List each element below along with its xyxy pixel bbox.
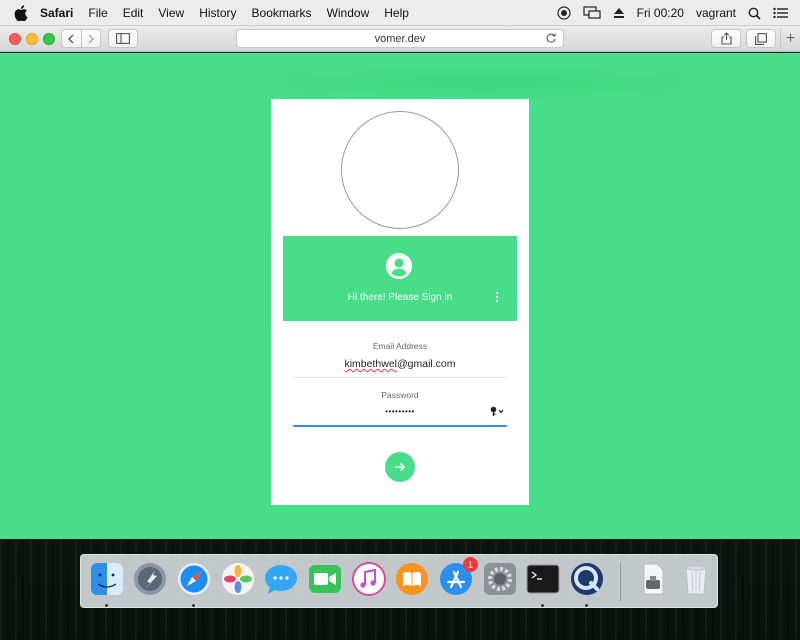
app-store-update-badge: 1 [463,557,478,572]
address-bar-url: vomer.dev [374,32,426,45]
eject-icon[interactable] [613,7,625,19]
sign-in-greeting: Hi there! Please Sign in [347,292,453,303]
dock: 1 [80,554,718,608]
minimize-window-button[interactable] [26,33,38,45]
back-button[interactable] [62,30,81,47]
spotlight-search-icon[interactable] [748,7,761,20]
new-tab-button[interactable]: + [780,29,800,49]
menu-file[interactable]: File [88,6,107,20]
navigation-buttons [61,29,101,48]
account-circle-icon [386,253,412,279]
email-domain: @gmail.com [397,358,456,370]
dock-photos[interactable] [220,561,256,599]
dock-messages[interactable] [263,561,299,599]
photos-icon [222,563,254,595]
login-card: Hi there! Please Sign in Email Address k… [271,99,529,505]
safari-toolbar: vomer.dev + [0,26,800,52]
itunes-icon [352,562,386,596]
ibooks-icon [396,563,428,595]
facetime-icon [309,565,341,593]
launchpad-icon [134,563,166,595]
email-label: Email Address [372,341,428,351]
airplay-display-icon[interactable] [583,6,601,20]
forward-button[interactable] [81,30,100,47]
sidebar-button[interactable] [108,29,138,48]
trash-icon [685,565,707,595]
menu-edit[interactable]: Edit [123,6,144,20]
menu-help[interactable]: Help [384,6,409,20]
screen-record-icon[interactable] [557,6,571,20]
dock-quicktime[interactable] [569,561,605,607]
close-window-button[interactable] [9,33,21,45]
email-field[interactable]: kimbethwel@gmail.com [271,358,529,370]
dock-safari[interactable] [176,561,212,607]
archive-file-icon [643,563,664,595]
finder-icon [91,563,123,595]
messages-icon [265,565,297,594]
menu-bar: Safari File Edit View History Bookmarks … [0,0,800,26]
dock-finder[interactable] [89,561,125,607]
password-autofill-key-icon[interactable] [490,406,506,416]
sidebar-icon [116,33,130,44]
submit-button[interactable] [385,452,415,482]
share-button[interactable] [711,29,741,48]
safari-compass-icon [178,563,210,595]
chevron-left-icon [68,34,74,43]
apple-menu-icon[interactable] [14,4,28,21]
dock-facetime[interactable] [307,561,343,599]
dock-app-store[interactable]: 1 [438,557,478,599]
arrow-right-icon [395,462,406,472]
password-label: Password [381,390,419,400]
menubar-clock[interactable]: Fri 00:20 [637,6,684,20]
sign-in-header: Hi there! Please Sign in [283,236,517,321]
dock-system-preferences[interactable] [482,561,518,599]
menu-window[interactable]: Window [327,6,370,20]
email-underline [293,377,507,378]
reload-icon[interactable] [545,32,557,44]
menubar-user[interactable]: vagrant [696,6,736,20]
more-vertical-icon[interactable] [493,291,501,303]
menu-safari[interactable]: Safari [40,6,73,20]
menu-view[interactable]: View [158,6,184,20]
share-icon [720,32,732,45]
chevron-right-icon [88,34,94,43]
plus-icon: + [785,30,796,47]
notification-center-icon[interactable] [773,7,788,19]
email-username: kimbethwel [344,358,397,370]
dock-ibooks[interactable] [394,561,430,599]
dock-launchpad[interactable] [132,561,168,599]
dock-terminal[interactable] [525,561,561,607]
quicktime-icon [571,563,603,595]
zoom-window-button[interactable] [43,33,55,45]
gear-icon [484,563,516,595]
menu-bookmarks[interactable]: Bookmarks [252,6,312,20]
password-focus-underline [293,425,507,427]
tabs-overview-icon [755,32,767,45]
safari-window: vomer.dev + Hi there! Please Sign in Ema… [0,26,800,539]
menu-history[interactable]: History [199,6,236,20]
avatar-placeholder [341,111,459,229]
dock-separator [620,563,621,601]
terminal-icon [526,564,560,594]
dock-archive[interactable] [635,561,671,599]
dock-itunes[interactable] [351,561,387,599]
dock-trash[interactable] [678,561,714,599]
show-tabs-button[interactable] [746,29,776,48]
web-content: Hi there! Please Sign in Email Address k… [0,53,800,539]
address-bar[interactable]: vomer.dev [236,29,564,48]
